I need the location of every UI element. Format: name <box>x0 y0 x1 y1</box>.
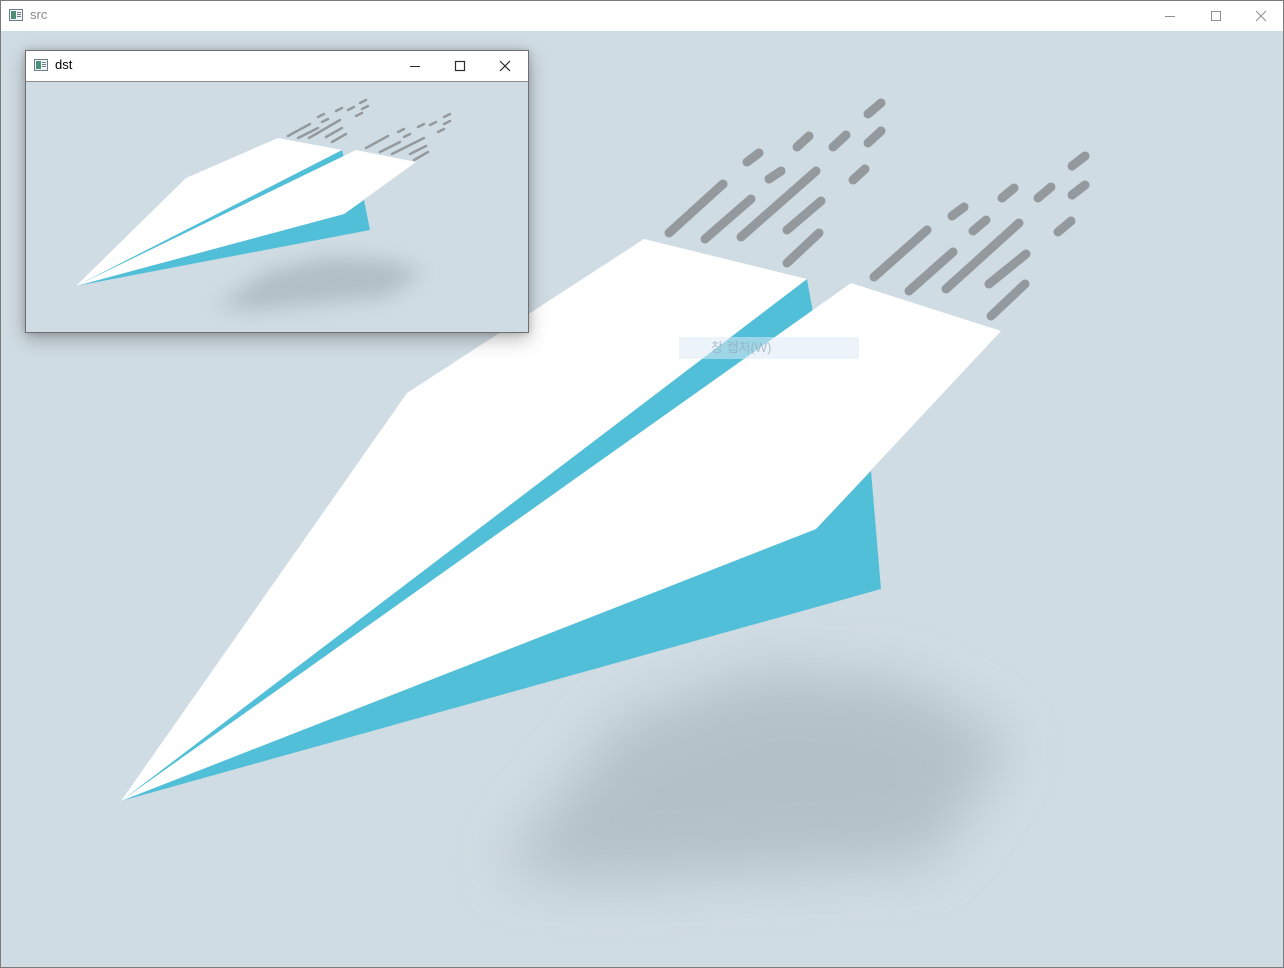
minimize-icon <box>410 66 420 67</box>
close-button[interactable] <box>482 51 528 81</box>
dst-titlebar[interactable]: dst <box>26 51 528 81</box>
paper-plane-image-warped <box>76 98 452 310</box>
ghost-tooltip: 창 캡처(W) <box>679 337 859 359</box>
plane-shadow <box>501 671 1011 881</box>
close-button[interactable] <box>1238 1 1284 31</box>
dst-image-canvas <box>26 81 528 332</box>
window-title: src <box>30 7 48 22</box>
maximize-button[interactable] <box>437 51 483 81</box>
minimize-button[interactable] <box>392 51 438 81</box>
plane-shadow <box>216 257 424 310</box>
app-icon <box>9 9 23 21</box>
window-title: dst <box>55 57 73 72</box>
maximize-button[interactable] <box>1193 1 1239 31</box>
src-titlebar[interactable]: src <box>1 1 1283 31</box>
minimize-icon <box>1165 16 1175 17</box>
dst-window: dst <box>25 50 529 333</box>
maximize-icon <box>454 60 466 72</box>
close-icon <box>499 60 511 72</box>
maximize-icon <box>1211 11 1221 21</box>
app-icon <box>34 59 48 71</box>
minimize-button[interactable] <box>1147 1 1193 31</box>
close-icon <box>1255 10 1267 22</box>
